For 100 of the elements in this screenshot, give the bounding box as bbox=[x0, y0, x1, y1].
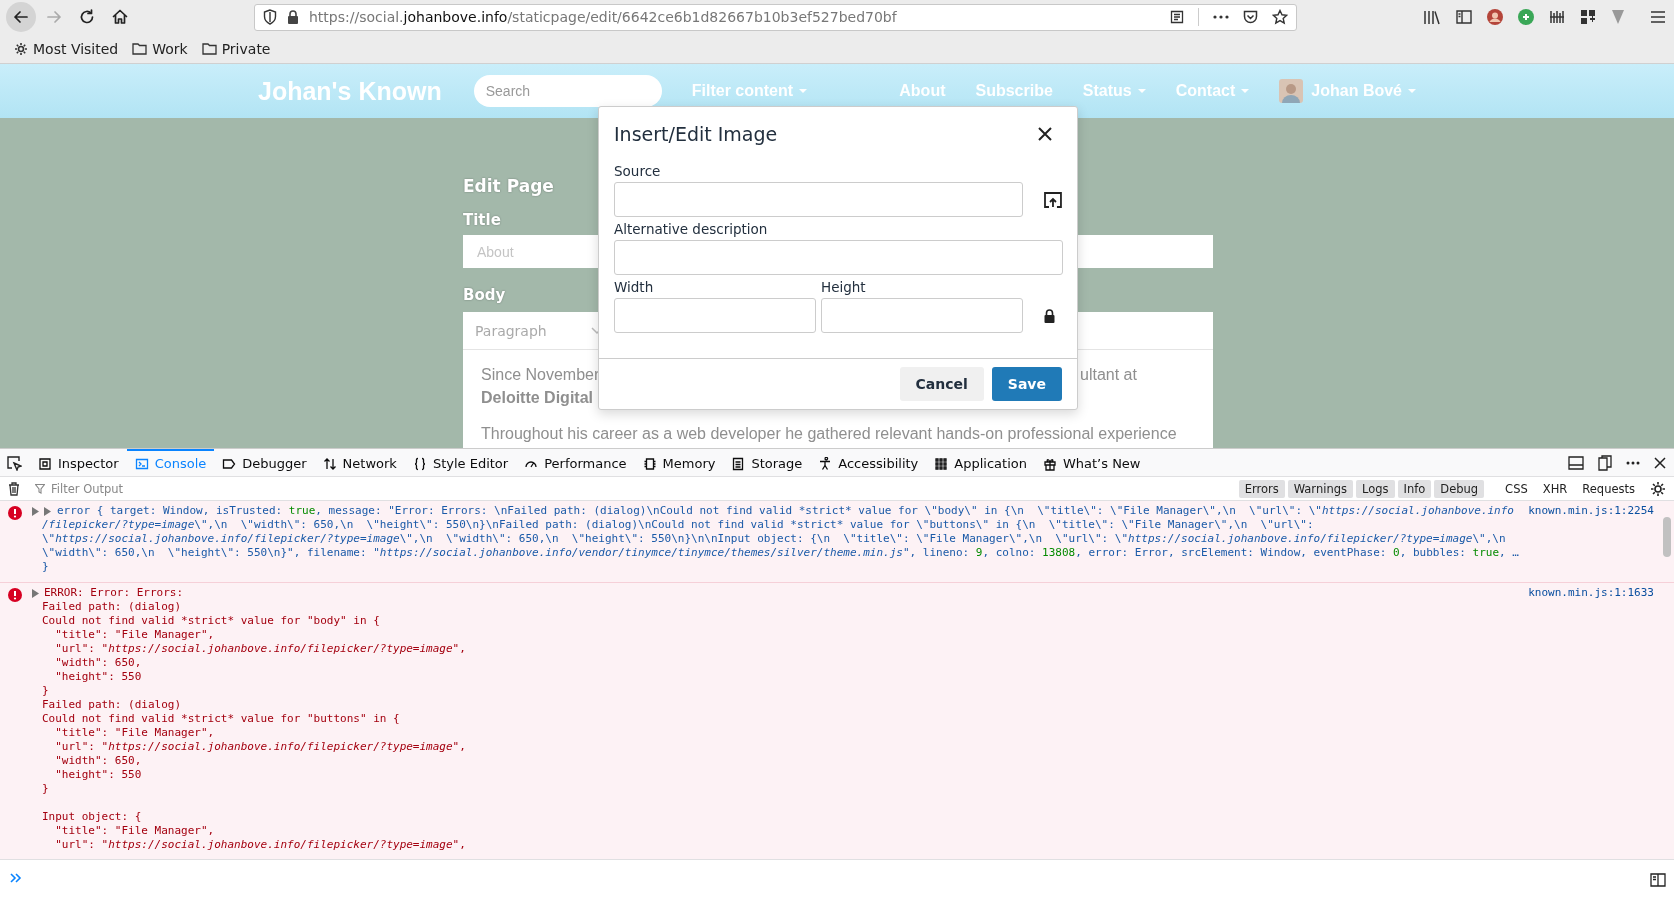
field-label: Alternative description bbox=[614, 221, 769, 239]
menu-icon[interactable] bbox=[1650, 10, 1666, 24]
trash-icon[interactable] bbox=[8, 481, 20, 496]
bookmark-item[interactable]: Most Visited bbox=[10, 38, 123, 59]
expand-icon[interactable] bbox=[32, 588, 39, 598]
more-icon[interactable] bbox=[1626, 460, 1640, 465]
console-text: error { target: Window, isTrusted: true, message: "Error: Errors: \nFailed path: (dialog)\nCould not find valid *strict* value for \"body\" in {\n \"title\": \"File Manager\",\n \"url\": \"https://social.johanbove.info bbox=[57, 504, 1514, 518]
console-text: "title": "File Manager", bbox=[54, 726, 215, 740]
devtools-tab[interactable]: Inspector bbox=[30, 448, 127, 477]
lock-icon[interactable] bbox=[287, 10, 299, 24]
box-icon bbox=[38, 456, 52, 471]
devtools-tab[interactable]: Memory bbox=[634, 448, 724, 477]
more-icon[interactable] bbox=[1213, 15, 1229, 19]
sidebar-icon[interactable] bbox=[1456, 10, 1472, 24]
scrollbar-thumb[interactable] bbox=[1663, 517, 1671, 557]
save-button[interactable]: Save bbox=[991, 367, 1062, 401]
back-button[interactable] bbox=[6, 2, 36, 32]
grid-icon bbox=[934, 456, 949, 471]
paragraph-text: Since November bbox=[481, 366, 600, 385]
gear-icon bbox=[14, 41, 28, 56]
console-text: "width": 650, bbox=[54, 754, 142, 768]
extension-icon[interactable] bbox=[1518, 9, 1534, 25]
dock-icon[interactable] bbox=[1568, 455, 1584, 470]
element-picker-icon[interactable] bbox=[6, 454, 22, 471]
source-link[interactable]: known.min.js:1:1633 bbox=[1516, 586, 1654, 599]
field-label: Source bbox=[614, 163, 662, 181]
split-icon[interactable] bbox=[1598, 454, 1612, 471]
devtools-tab[interactable]: Application bbox=[926, 448, 1035, 477]
filter-toggle[interactable]: Info bbox=[1397, 479, 1432, 498]
arrow-right-icon bbox=[45, 8, 63, 26]
field-label: Body bbox=[463, 285, 506, 306]
devtools-tab[interactable]: Accessibility bbox=[810, 448, 927, 477]
list-icon bbox=[731, 456, 746, 471]
bookmark-item[interactable]: Private bbox=[197, 38, 275, 59]
filter-toggle[interactable]: Requests bbox=[1576, 479, 1641, 498]
arrows-icon bbox=[322, 456, 337, 471]
url-text: https://social.johanbove.info/staticpage/edit/6642ce6b1d82667b10b3ef527bed70bf bbox=[309, 9, 898, 25]
console-text: } bbox=[42, 684, 49, 698]
lock-icon[interactable] bbox=[1044, 308, 1055, 323]
address-bar[interactable]: https://social.johanbove.info/staticpage/edit/6642ce6b1d82667b10b3ef527bed70bf bbox=[254, 3, 1297, 31]
height-field[interactable] bbox=[821, 298, 1023, 333]
close-icon[interactable] bbox=[1654, 456, 1666, 469]
avatar-icon[interactable] bbox=[1487, 9, 1503, 25]
filter-toggle[interactable]: CSS bbox=[1499, 479, 1534, 498]
reader-view-icon[interactable] bbox=[1170, 10, 1184, 24]
prompt-icon[interactable] bbox=[10, 873, 22, 883]
person-icon bbox=[818, 456, 833, 471]
devtools-tab[interactable]: Network bbox=[314, 448, 405, 477]
filter-toggle[interactable]: Logs bbox=[1355, 479, 1395, 498]
console-text: "url": "https://social.johanbove.info/filepicker/?type=image", bbox=[54, 740, 466, 754]
bars-icon[interactable] bbox=[1549, 10, 1565, 24]
console-text: Input object: { bbox=[42, 810, 142, 824]
shield-icon[interactable] bbox=[263, 9, 277, 25]
error-icon bbox=[8, 506, 22, 520]
star-icon[interactable] bbox=[1272, 9, 1288, 25]
console-text: "height": 550 bbox=[54, 768, 142, 782]
console-text: } bbox=[42, 560, 49, 574]
close-icon[interactable] bbox=[1038, 127, 1052, 141]
filter-toggle[interactable]: Warnings bbox=[1287, 479, 1353, 498]
console-text: Failed path: (dialog) bbox=[42, 698, 182, 712]
source-link[interactable]: known.min.js:1:2254 bbox=[1516, 504, 1654, 517]
devtools-tab[interactable]: Style Editor bbox=[404, 448, 517, 477]
filter-icon bbox=[35, 483, 45, 494]
console-text: \"width\": 650,\n \"height\": 550\n}", filename: "https://social.johanbove.info/vendor/tinymce/tinymce/themes/silver/theme.min.js", lineno: 9, colno: 13808, error: Error, srcElement: Window, eventPhase: 0, bubbles: true, … bbox=[42, 546, 1519, 560]
reload-icon bbox=[78, 8, 96, 26]
editor-mode-icon[interactable] bbox=[1650, 873, 1666, 887]
error-icon bbox=[8, 588, 22, 602]
cancel-button[interactable]: Cancel bbox=[899, 367, 984, 401]
paragraph-text: Deloitte Digital bbox=[481, 389, 593, 408]
description-field[interactable] bbox=[614, 240, 1063, 275]
chip-icon bbox=[642, 456, 657, 471]
devtools-tab[interactable]: Debugger bbox=[214, 448, 315, 477]
library-icon[interactable] bbox=[1423, 9, 1441, 25]
pocket-icon[interactable] bbox=[1243, 10, 1258, 24]
devtools-tab[interactable]: Console bbox=[126, 448, 215, 477]
console-text: \"https://social.johanbove.info/filepicker/?type=image\",\n \"width\": 650,\n \"height\": 550\n}\n\nInput object: {\n \"title\": \"File Manager\",\n \"url\": \"https://social.johanbove.info/filepicker/?type=image\",\n bbox=[42, 532, 1506, 546]
devtools-tab[interactable]: Performance bbox=[516, 448, 635, 477]
filter-toggle[interactable]: Errors bbox=[1238, 479, 1285, 498]
console-text: "url": "https://social.johanbove.info/filepicker/?type=image", bbox=[54, 838, 466, 852]
devtools-tab[interactable]: Storage bbox=[723, 448, 811, 477]
filter-toggle[interactable]: Debug bbox=[1434, 479, 1485, 498]
upload-icon[interactable] bbox=[1044, 191, 1062, 208]
source-field[interactable] bbox=[614, 182, 1024, 217]
grid-icon[interactable] bbox=[1580, 9, 1596, 25]
console-text: Could not find valid *strict* value for "body" in { bbox=[42, 614, 380, 628]
paragraph-text: ultant at bbox=[1080, 366, 1137, 385]
bookmark-item[interactable]: Work bbox=[128, 38, 192, 59]
gift-icon bbox=[1042, 456, 1057, 471]
search-field[interactable]: Search bbox=[473, 75, 662, 107]
console-text: "height": 550 bbox=[54, 670, 142, 684]
devtools-tab[interactable]: What’s New bbox=[1034, 448, 1149, 477]
console-text: "width": 650, bbox=[54, 656, 142, 670]
console-text: Failed path: (dialog) bbox=[42, 600, 182, 614]
settings-icon[interactable] bbox=[1650, 480, 1666, 497]
console-text: } bbox=[42, 782, 49, 796]
filter-toggle[interactable]: XHR bbox=[1536, 479, 1574, 498]
width-field[interactable] bbox=[614, 298, 816, 333]
field-label: Width bbox=[614, 279, 655, 297]
console-text: "title": "File Manager", bbox=[54, 824, 215, 838]
home-icon bbox=[111, 8, 129, 26]
